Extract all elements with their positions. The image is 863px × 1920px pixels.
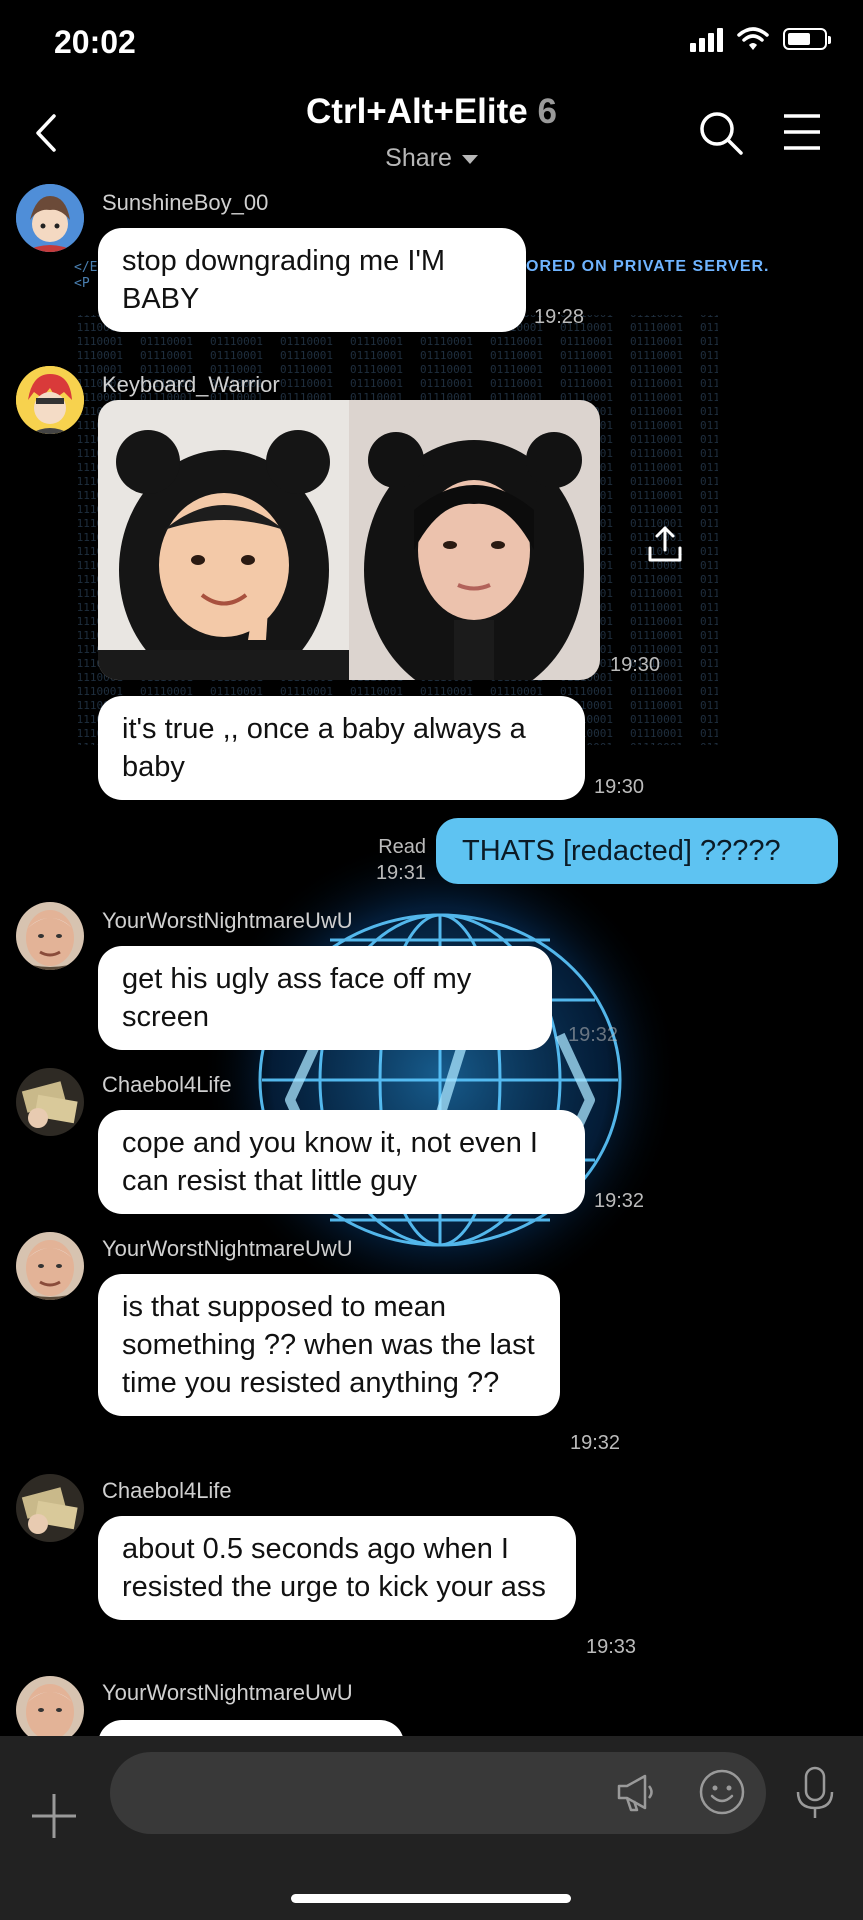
status-bar: 20:02 xyxy=(0,0,863,80)
menu-icon[interactable] xyxy=(782,112,822,152)
caret-down-icon xyxy=(461,154,478,164)
emoji-icon[interactable] xyxy=(698,1768,746,1816)
money-avatar-icon xyxy=(16,1068,84,1136)
message-bubble[interactable]: is that supposed to mean something ?? wh… xyxy=(98,1274,560,1416)
message-time: 19:32 xyxy=(570,1432,621,1454)
member-count: 6 xyxy=(537,92,557,131)
message-time: 19:32 xyxy=(568,1024,619,1046)
share-icon[interactable] xyxy=(646,524,684,564)
sender-name: YourWorstNightmareUwU xyxy=(102,908,353,933)
sender-name: Chaebol4Life xyxy=(102,1478,232,1503)
chat-area[interactable]: 01110001 </E <P xyxy=(0,180,863,1736)
read-label: Read xyxy=(378,836,426,858)
old-man-avatar-icon xyxy=(16,1676,84,1736)
read-receipt: Read 19:31 xyxy=(360,834,426,886)
message-time: 19:31 xyxy=(375,862,426,884)
wifi-icon xyxy=(737,27,769,50)
shared-photo[interactable] xyxy=(98,400,600,680)
microphone-icon[interactable] xyxy=(794,1766,836,1820)
avatar[interactable] xyxy=(16,1232,84,1300)
message-bubble[interactable]: about 0.5 seconds ago when I resisted th… xyxy=(98,1516,576,1620)
wallpaper-line-1: </E xyxy=(74,260,98,275)
wallpaper-line-2: <P xyxy=(74,276,90,291)
wallpaper-text-left: </E <P xyxy=(74,260,97,292)
photo-image xyxy=(98,400,600,680)
status-icons xyxy=(690,26,831,52)
sender-name: SunshineBoy_00 xyxy=(102,190,269,215)
message-bubble[interactable]: stop downgrading me I'M BABY xyxy=(98,228,526,332)
sender-name: Chaebol4Life xyxy=(102,1072,232,1097)
avatar[interactable] xyxy=(16,1068,84,1136)
message-bubble[interactable]: cope and you know it, not even I can res… xyxy=(98,1110,585,1214)
composer-bar xyxy=(0,1736,863,1920)
share-label: Share xyxy=(385,144,452,172)
avatar[interactable] xyxy=(16,1474,84,1542)
megaphone-icon[interactable] xyxy=(613,1770,659,1816)
wallpaper-server-text: ORED ON PRIVATE SERVER. xyxy=(526,258,770,275)
message-time: 19:30 xyxy=(594,776,645,798)
message-input[interactable] xyxy=(110,1752,766,1834)
group-name: Ctrl+Alt+Elite xyxy=(306,92,528,131)
red-hair-anime-avatar-icon xyxy=(16,366,84,434)
message-time: 19:33 xyxy=(586,1636,637,1658)
avatar[interactable] xyxy=(16,1676,84,1736)
own-message-bubble[interactable]: THATS [redacted] ????? xyxy=(436,818,838,884)
status-time: 20:02 xyxy=(54,24,136,60)
sender-name: Keyboard_Warrior xyxy=(102,372,280,397)
message-bubble[interactable] xyxy=(98,1720,404,1736)
avatar[interactable] xyxy=(16,366,84,434)
message-bubble[interactable]: get his ugly ass face off my screen xyxy=(98,946,552,1050)
battery-icon xyxy=(783,28,831,50)
old-man-avatar-icon xyxy=(16,1232,84,1300)
message-bubble[interactable]: it's true ,, once a baby always a baby xyxy=(98,696,585,800)
signal-icon xyxy=(690,26,723,52)
plus-icon[interactable] xyxy=(30,1792,78,1840)
avatar[interactable] xyxy=(16,184,84,252)
old-man-avatar-icon xyxy=(16,902,84,970)
sender-name: YourWorstNightmareUwU xyxy=(102,1680,353,1705)
money-avatar-icon xyxy=(16,1474,84,1542)
message-time: 19:30 xyxy=(610,654,661,676)
home-indicator[interactable] xyxy=(291,1894,571,1903)
sender-name: YourWorstNightmareUwU xyxy=(102,1236,353,1261)
anime-boy-avatar-icon xyxy=(16,184,84,252)
chat-header: Ctrl+Alt+Elite 6 Share xyxy=(0,80,863,180)
message-time: 19:28 xyxy=(534,306,585,328)
search-icon[interactable] xyxy=(696,108,746,158)
message-time: 19:32 xyxy=(594,1190,645,1212)
avatar[interactable] xyxy=(16,902,84,970)
